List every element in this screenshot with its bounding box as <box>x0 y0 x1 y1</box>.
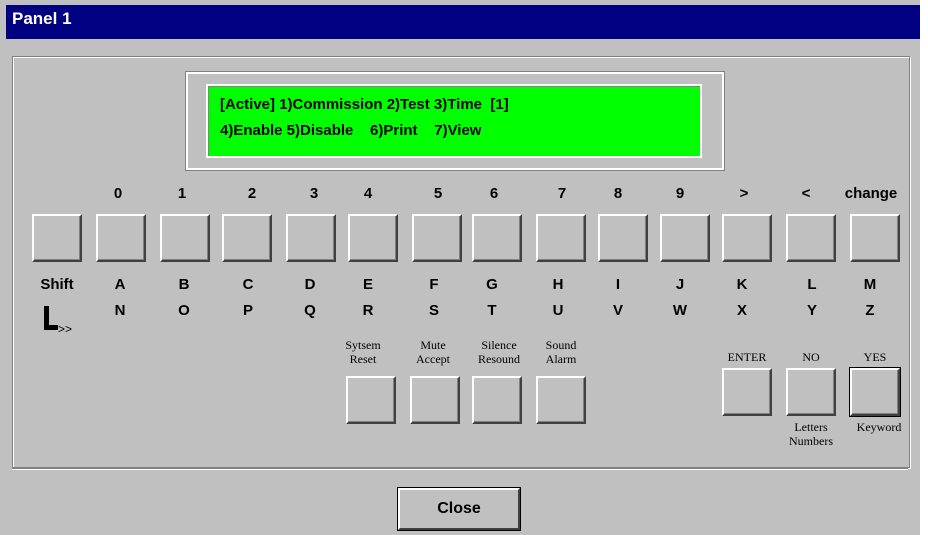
letter-v: V <box>612 302 623 319</box>
panel-window: Panel 1 [Active] 1)Commission 2)Test 3)T… <box>0 0 920 535</box>
key-lt[interactable] <box>786 214 836 262</box>
letter-f: F <box>429 276 439 293</box>
shift-label: Shift <box>40 276 74 293</box>
display-line-2: 4)Enable 5)Disable 6)Print 7)View <box>220 122 482 139</box>
no-button[interactable] <box>786 368 836 416</box>
letter-a: A <box>114 276 126 293</box>
lcd-display: [Active] 1)Commission 2)Test 3)Time [1] … <box>206 84 702 158</box>
no-sub-label: Letters Numbers <box>789 420 833 448</box>
key-label-1: 1 <box>177 185 187 202</box>
key-7[interactable] <box>536 214 586 262</box>
key-label-change: change <box>844 185 898 202</box>
key-2[interactable] <box>222 214 272 262</box>
key-label-7: 7 <box>557 185 567 202</box>
silence-resound-button[interactable] <box>472 376 522 424</box>
fn-label-mute-accept: Mute Accept <box>416 338 450 366</box>
letter-q: Q <box>304 302 316 319</box>
letter-h: H <box>552 276 564 293</box>
key-6[interactable] <box>472 214 522 262</box>
key-label-0: 0 <box>113 185 123 202</box>
letter-j: J <box>675 276 685 293</box>
enter-button[interactable] <box>722 368 772 416</box>
letter-u: U <box>552 302 564 319</box>
window-title: Panel 1 <box>12 9 72 28</box>
key-label-8: 8 <box>613 185 623 202</box>
shift-arrow-icon: >> <box>38 304 88 336</box>
key-8[interactable] <box>598 214 648 262</box>
no-label: NO <box>802 350 820 364</box>
letter-t: T <box>487 302 497 319</box>
key-5[interactable] <box>412 214 462 262</box>
display-line-1: [Active] 1)Commission 2)Test 3)Time [1] <box>220 96 509 113</box>
letter-b: B <box>178 276 190 293</box>
key-label-5: 5 <box>433 185 443 202</box>
key-9[interactable] <box>660 214 710 262</box>
yes-button[interactable] <box>849 367 901 417</box>
title-bar[interactable]: Panel 1 <box>6 5 920 39</box>
letter-l: L <box>807 276 817 293</box>
yes-sub-label: Keyword <box>856 420 902 434</box>
key-4[interactable] <box>348 214 398 262</box>
system-reset-button[interactable] <box>346 376 396 424</box>
key-label-3: 3 <box>309 185 319 202</box>
svg-text:>>: >> <box>58 322 72 334</box>
letter-d: D <box>304 276 316 293</box>
letter-r: R <box>362 302 374 319</box>
key-label-2: 2 <box>247 185 257 202</box>
key-0[interactable] <box>96 214 146 262</box>
letter-w: W <box>672 302 688 319</box>
key-label-6: 6 <box>489 185 499 202</box>
letter-i: I <box>615 276 621 293</box>
mute-accept-button[interactable] <box>410 376 460 424</box>
enter-label: ENTER <box>727 350 767 364</box>
letter-m: M <box>863 276 877 293</box>
letter-k: K <box>736 276 748 293</box>
key-label-gt: > <box>739 185 749 202</box>
letter-o: O <box>178 302 190 319</box>
key-3[interactable] <box>286 214 336 262</box>
close-button[interactable]: Close <box>397 487 521 531</box>
key-label-9: 9 <box>675 185 685 202</box>
fn-label-silence-resound: Silence Resound <box>478 338 520 366</box>
fn-label-system-reset: Sytsem Reset <box>345 338 381 366</box>
letter-c: C <box>242 276 254 293</box>
shift-key[interactable] <box>32 214 82 262</box>
letter-x: X <box>736 302 747 319</box>
sound-alarm-button[interactable] <box>536 376 586 424</box>
letter-z: Z <box>865 302 875 319</box>
key-label-lt: < <box>801 185 811 202</box>
letter-y: Y <box>806 302 817 319</box>
letter-e: E <box>362 276 373 293</box>
letter-g: G <box>486 276 498 293</box>
key-gt[interactable] <box>722 214 772 262</box>
letter-s: S <box>428 302 439 319</box>
key-1[interactable] <box>160 214 210 262</box>
yes-label: YES <box>863 350 887 364</box>
letter-p: P <box>242 302 253 319</box>
letter-n: N <box>114 302 126 319</box>
key-label-4: 4 <box>363 185 373 202</box>
key-change[interactable] <box>850 214 900 262</box>
fn-label-sound-alarm: Sound Alarm <box>545 338 577 366</box>
